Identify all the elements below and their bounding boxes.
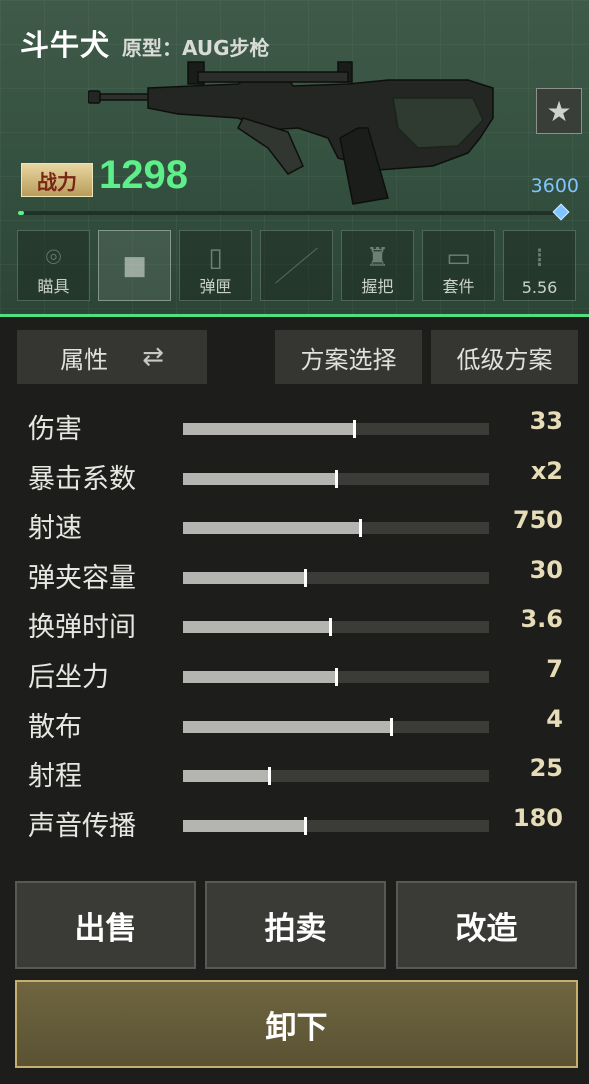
stat-value: 180 — [512, 803, 563, 832]
stat-label: 声音传播 — [28, 810, 136, 842]
power-max: 3600 — [530, 175, 579, 197]
stat-bar-marker — [359, 519, 363, 538]
attachment-slot-label: 握把 — [361, 277, 394, 296]
stat-value: 33 — [529, 407, 563, 435]
stat-row: 弹夹容量 30 — [0, 556, 589, 596]
attachment-slot-label: 弹匣 — [199, 277, 232, 296]
stat-label: 后坐力 — [28, 662, 109, 693]
power-progress-track — [18, 211, 560, 215]
plan-select-button[interactable]: 方案选择 — [275, 330, 422, 384]
kit-icon: ▭ — [446, 243, 471, 273]
power-value: 1298 — [99, 153, 188, 197]
stat-bar-track — [183, 568, 489, 587]
stat-bar-fill — [183, 819, 306, 832]
stat-bar-track — [183, 519, 489, 538]
stat-bar-track — [183, 420, 489, 438]
stat-label: 暴击系数 — [28, 463, 136, 495]
power-label: 战力 — [21, 163, 93, 197]
scope-icon: ⌾ — [45, 243, 62, 273]
stat-bar-marker — [390, 717, 394, 736]
attachment-slot[interactable]: ⁞ 5.56 — [503, 230, 576, 301]
attachment-slots: ⌾ 瞄具 ■ ▯ 弹匣 ♜ 握把 ▭ 套件 ⁞ 5.56 — [17, 230, 576, 301]
stat-value: 30 — [529, 555, 563, 584]
stat-row: 射速 750 — [0, 506, 589, 546]
star-icon: ★ — [546, 94, 572, 128]
stat-bar-fill — [183, 720, 392, 733]
attachment-slot[interactable]: ⌾ 瞄具 — [17, 230, 90, 301]
stat-value: 3.6 — [520, 605, 563, 634]
weapon-detail-panel: 斗牛犬 原型：AUG步枪 ★ 战力 1298 3600 ⌾ 瞄具 ■ ▯ 弹匣 … — [0, 0, 589, 1084]
stat-label: 射程 — [28, 761, 82, 793]
stat-row: 后坐力 7 — [0, 655, 589, 695]
stat-bar-fill — [183, 571, 306, 584]
stat-bar-track — [183, 816, 489, 835]
swap-arrows-icon: ⇄ — [142, 342, 164, 372]
stat-bar-marker — [328, 618, 332, 637]
attachment-slot-label: 瞄具 — [37, 277, 70, 296]
weapon-prototype: 原型：AUG步枪 — [122, 36, 270, 60]
stat-label: 散布 — [28, 711, 82, 743]
stat-value: 7 — [546, 655, 563, 683]
stat-bar-fill — [183, 621, 330, 634]
attributes-tab[interactable]: 属性 ⇄ — [17, 330, 207, 384]
stat-row: 暴击系数 x2 — [0, 457, 589, 497]
attachment-slot[interactable]: ■ — [98, 230, 171, 301]
stat-bar-track — [183, 668, 489, 686]
power-progress-fill — [18, 211, 24, 215]
auction-button[interactable]: 拍卖 — [205, 881, 386, 969]
stat-bar-fill — [183, 770, 269, 783]
stat-label: 伤害 — [28, 414, 82, 445]
stat-bar-fill — [183, 423, 355, 435]
stat-label: 射速 — [28, 513, 82, 545]
stat-value: 4 — [546, 704, 563, 733]
attachment-slot[interactable]: ▯ 弹匣 — [179, 230, 252, 301]
ammo-icon: ⁞ — [535, 243, 544, 273]
stat-row: 伤害 33 — [0, 407, 589, 447]
stat-bar-marker — [304, 568, 308, 587]
stat-bar-marker — [335, 668, 338, 686]
grip-icon: ♜ — [365, 243, 390, 273]
attachment-slot-label: 5.56 — [521, 278, 558, 297]
attributes-tab-label: 属性 — [60, 345, 109, 374]
stat-bar-marker — [267, 767, 271, 786]
favorite-star-button[interactable]: ★ — [536, 88, 582, 134]
attachment-slot[interactable] — [260, 230, 333, 301]
stat-bar-track — [183, 767, 489, 786]
lock-icon: ■ — [122, 251, 147, 281]
stats-panel: 属性 ⇄ 方案选择 低级方案 伤害 33 暴击系数 x2 射速 750 弹夹容量 30 换弹时间… — [0, 317, 589, 1084]
unload-button[interactable]: 卸下 — [15, 980, 578, 1068]
stat-bar-track — [183, 469, 489, 488]
stat-row: 换弹时间 3.6 — [0, 605, 589, 645]
sell-button[interactable]: 出售 — [15, 881, 196, 969]
stat-value: x2 — [530, 456, 563, 485]
stat-bar-track — [183, 618, 489, 637]
stat-row: 声音传播 180 — [0, 804, 589, 844]
stat-value: 25 — [529, 754, 563, 783]
stat-bar-marker — [304, 816, 308, 835]
stat-bar-fill — [183, 522, 361, 535]
stat-bar-track — [183, 717, 489, 736]
stat-row: 射程 25 — [0, 754, 589, 794]
stat-bar-marker — [353, 420, 357, 438]
attachment-slot[interactable]: ♜ 握把 — [341, 230, 414, 301]
attachment-slot-label: 套件 — [442, 277, 475, 296]
attachment-slot[interactable]: ▭ 套件 — [422, 230, 495, 301]
stat-value: 750 — [512, 506, 563, 535]
stat-bar-marker — [335, 469, 338, 488]
stat-row: 散布 4 — [0, 705, 589, 745]
stat-bar-fill — [183, 671, 336, 683]
modify-button[interactable]: 改造 — [396, 881, 577, 969]
stat-label: 弹夹容量 — [28, 562, 136, 594]
weapon-header: 斗牛犬 原型：AUG步枪 ★ 战力 1298 3600 ⌾ 瞄具 ■ ▯ 弹匣 … — [0, 0, 589, 317]
stat-bar-fill — [183, 472, 336, 485]
stat-label: 换弹时间 — [28, 612, 136, 644]
magazine-icon: ▯ — [208, 243, 223, 273]
low-plan-button[interactable]: 低级方案 — [431, 330, 578, 384]
